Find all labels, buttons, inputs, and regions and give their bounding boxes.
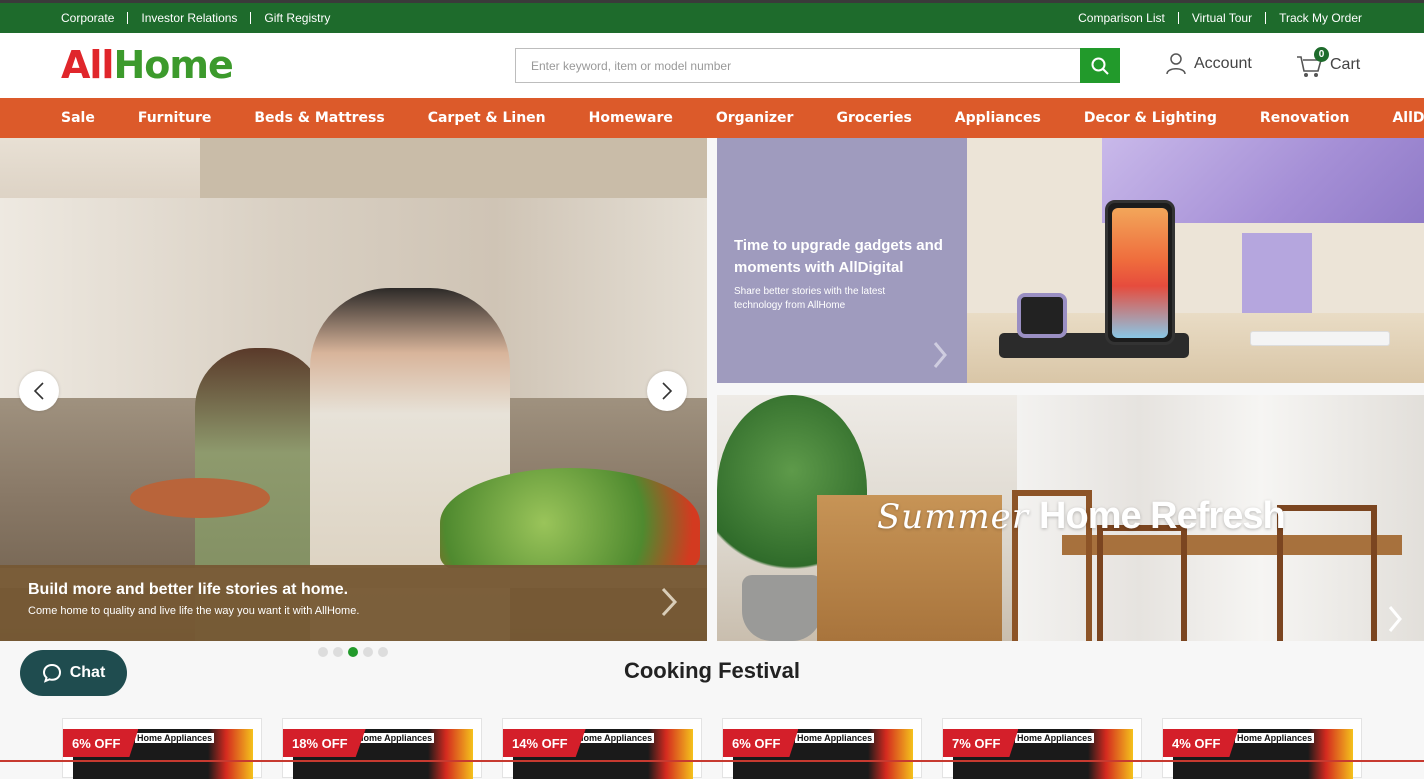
nav-item-decor-lighting[interactable]: Decor & Lighting — [1084, 110, 1217, 126]
carousel-prev-button[interactable] — [19, 371, 59, 411]
banner-image-monitor-stand — [1242, 233, 1312, 318]
product-card[interactable]: Home Appliances 14% OFF — [502, 718, 702, 779]
logo-all: All — [61, 43, 114, 87]
summer-script-text: Summer — [877, 497, 1030, 537]
search-input[interactable] — [515, 48, 1080, 83]
product-card[interactable]: Home Appliances 18% OFF — [282, 718, 482, 779]
discount-badge: 7% OFF — [943, 729, 1019, 757]
discount-badge: 6% OFF — [723, 729, 799, 757]
product-category: Home Appliances — [1015, 733, 1095, 743]
product-category: Home Appliances — [1235, 733, 1315, 743]
product-category: Home Appliances — [355, 733, 435, 743]
cart-count-badge: 0 — [1314, 47, 1329, 62]
account-label: Account — [1194, 55, 1252, 72]
summer-refresh-banner[interactable]: Summer Home Refresh — [717, 395, 1424, 641]
cart-icon-wrap: 0 — [1296, 47, 1329, 79]
product-card[interactable]: Home Appliances 7% OFF — [942, 718, 1142, 779]
nav-item-alldigital[interactable]: AllDigital — [1392, 110, 1424, 126]
nav-item-organizer[interactable]: Organizer — [716, 110, 794, 126]
nav-item-carpet-linen[interactable]: Carpet & Linen — [428, 110, 546, 126]
corporate-link[interactable]: Corporate — [61, 11, 114, 25]
discount-badge: 14% OFF — [503, 729, 586, 757]
summer-refresh-title: Summer Home Refresh — [877, 495, 1286, 538]
search-button[interactable] — [1080, 48, 1120, 83]
cart-button[interactable]: 0 Cart — [1296, 47, 1361, 79]
product-card[interactable]: Home Appliances 6% OFF — [62, 718, 262, 779]
discount-badge: 18% OFF — [283, 729, 366, 757]
product-card[interactable]: Home Appliances 4% OFF — [1162, 718, 1362, 779]
banner-image-chair — [1097, 525, 1187, 641]
carousel-dot[interactable] — [333, 647, 343, 657]
chevron-right-icon — [661, 587, 678, 617]
carousel-next-button[interactable] — [647, 371, 687, 411]
banner-image-keyboard — [1250, 331, 1390, 346]
account-button[interactable]: Account — [1166, 53, 1252, 75]
divider — [1177, 12, 1179, 24]
nav-item-renovation[interactable]: Renovation — [1260, 110, 1350, 126]
section-title: Cooking Festival — [623, 658, 801, 683]
carousel-dot-active[interactable] — [348, 647, 358, 657]
banner-image-phone — [1105, 200, 1175, 345]
nav-item-sale[interactable]: Sale — [61, 110, 95, 126]
hero-carousel[interactable]: Build more and better life stories at ho… — [0, 138, 707, 641]
divider — [1265, 12, 1267, 24]
product-row: Home Appliances 6% OFF Home Appliances 1… — [62, 718, 1362, 779]
carousel-dot[interactable] — [318, 647, 328, 657]
allhome-logo[interactable]: AllHome — [61, 43, 234, 87]
banner-image-chair — [1277, 505, 1377, 641]
product-category: Home Appliances — [795, 733, 875, 743]
banner-image-pot — [742, 575, 822, 641]
banner-image-watch — [1017, 293, 1067, 338]
carousel-dots — [318, 647, 388, 657]
alldigital-arrow[interactable] — [932, 341, 948, 374]
divider — [250, 12, 252, 24]
discount-badge: 4% OFF — [1163, 729, 1239, 757]
hero-image-pan — [130, 478, 270, 518]
phone-screen — [1112, 208, 1168, 338]
user-icon — [1166, 53, 1186, 75]
nav-item-groceries[interactable]: Groceries — [836, 110, 911, 126]
top-links-left: Corporate Investor Relations Gift Regist… — [61, 11, 330, 25]
hero-image-shelf — [200, 138, 707, 198]
hero-image-vegetables — [440, 468, 700, 578]
site-header: AllHome Account 0 Cart — [0, 33, 1424, 98]
divider — [127, 12, 129, 24]
gift-registry-link[interactable]: Gift Registry — [264, 11, 330, 25]
carousel-dot[interactable] — [363, 647, 373, 657]
top-utility-bar: Corporate Investor Relations Gift Regist… — [0, 0, 1424, 33]
search-bar — [515, 48, 1120, 83]
investor-relations-link[interactable]: Investor Relations — [141, 11, 237, 25]
alldigital-title: Time to upgrade gadgets and moments with… — [734, 237, 943, 276]
comparison-list-link[interactable]: Comparison List — [1078, 11, 1165, 25]
nav-item-homeware[interactable]: Homeware — [589, 110, 673, 126]
cart-label: Cart — [1330, 56, 1361, 73]
hero-caption[interactable]: Build more and better life stories at ho… — [0, 565, 707, 641]
product-category: Home Appliances — [135, 733, 215, 743]
alldigital-panel: Time to upgrade gadgets and moments with… — [717, 138, 967, 383]
logo-home: Home — [113, 43, 233, 87]
hero-subtitle: Come home to quality and live life the w… — [28, 605, 360, 617]
discount-badge: 6% OFF — [63, 729, 139, 757]
hero-arrow[interactable] — [660, 587, 678, 622]
category-nav: Sale Furniture Beds & Mattress Carpet & … — [0, 98, 1424, 138]
home-refresh-text: Home Refresh — [1039, 495, 1286, 537]
alldigital-subtitle: Share better stories with the latest tec… — [734, 286, 886, 311]
hero-title: Build more and better life stories at ho… — [28, 581, 349, 598]
alldigital-banner[interactable]: Time to upgrade gadgets and moments with… — [717, 138, 1424, 383]
nav-item-appliances[interactable]: Appliances — [955, 110, 1041, 126]
chevron-right-icon — [1388, 606, 1402, 632]
chevron-right-icon — [933, 342, 947, 368]
product-card[interactable]: Home Appliances 6% OFF — [722, 718, 922, 779]
virtual-tour-link[interactable]: Virtual Tour — [1192, 11, 1252, 25]
product-category: Home Appliances — [575, 733, 655, 743]
summer-refresh-arrow[interactable] — [1387, 605, 1403, 638]
nav-item-furniture[interactable]: Furniture — [138, 110, 212, 126]
top-links-right: Comparison List Virtual Tour Track My Or… — [1078, 11, 1362, 25]
track-order-link[interactable]: Track My Order — [1279, 11, 1362, 25]
carousel-dot[interactable] — [378, 647, 388, 657]
chevron-left-icon — [33, 382, 44, 400]
chevron-right-icon — [662, 382, 673, 400]
nav-item-beds-mattress[interactable]: Beds & Mattress — [254, 110, 384, 126]
search-icon — [1091, 57, 1109, 75]
